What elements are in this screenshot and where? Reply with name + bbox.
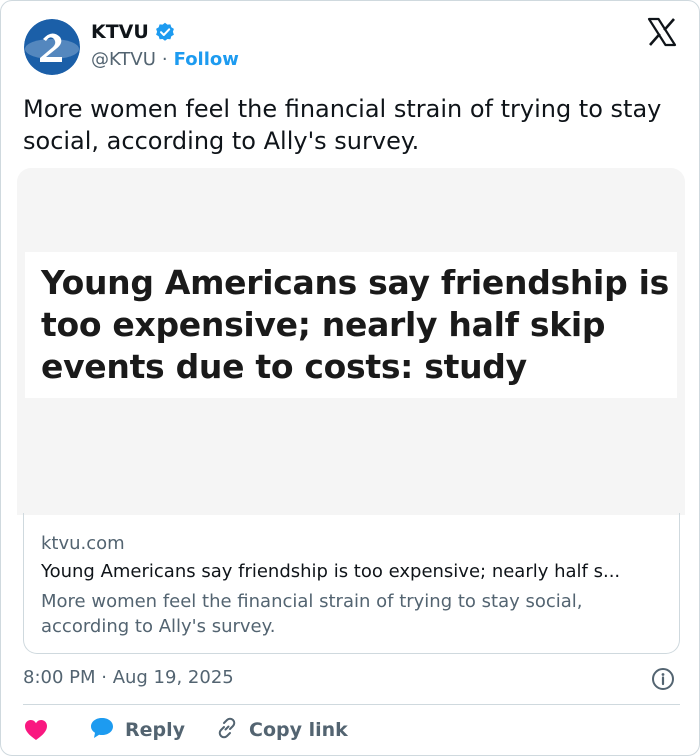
action-bar: Reply Copy link <box>23 715 378 745</box>
copy-link-label: Copy link <box>249 719 348 741</box>
link-icon <box>215 716 239 745</box>
verified-badge-icon <box>155 22 175 42</box>
copy-link-button[interactable]: Copy link <box>215 716 348 745</box>
ktvu-logo-icon[interactable] <box>24 19 80 75</box>
media-headline: Young Americans say friendship is too ex… <box>41 263 669 386</box>
tweet-timestamp[interactable]: 8:00 PM · Aug 19, 2025 <box>23 667 234 688</box>
media-image[interactable]: Young Americans say friendship is too ex… <box>17 168 685 515</box>
author-handle[interactable]: @KTVU <box>91 49 156 70</box>
heart-icon[interactable] <box>23 717 49 743</box>
link-title: Young Americans say friendship is too ex… <box>41 561 621 582</box>
tweet-card: KTVU @KTVU · Follow More women feel the … <box>0 0 700 756</box>
tweet-text: More women feel the financial strain of … <box>23 95 662 155</box>
reply-button[interactable]: Reply <box>89 716 185 745</box>
follow-button[interactable]: Follow <box>174 49 239 70</box>
separator: · <box>161 49 168 70</box>
author-handle-row: @KTVU · Follow <box>91 49 239 70</box>
link-preview-card[interactable]: ktvu.com Young Americans say friendship … <box>23 513 680 654</box>
x-logo-icon[interactable] <box>647 17 677 47</box>
reply-bubble-icon <box>89 716 115 745</box>
info-icon[interactable] <box>651 667 675 691</box>
headline-box: Young Americans say friendship is too ex… <box>25 252 677 398</box>
author-name[interactable]: KTVU <box>91 21 149 43</box>
author-name-row: KTVU <box>91 21 175 43</box>
divider <box>23 704 680 705</box>
reply-label: Reply <box>125 719 186 741</box>
link-domain: ktvu.com <box>41 533 125 554</box>
link-description: More women feel the financial strain of … <box>41 591 583 637</box>
